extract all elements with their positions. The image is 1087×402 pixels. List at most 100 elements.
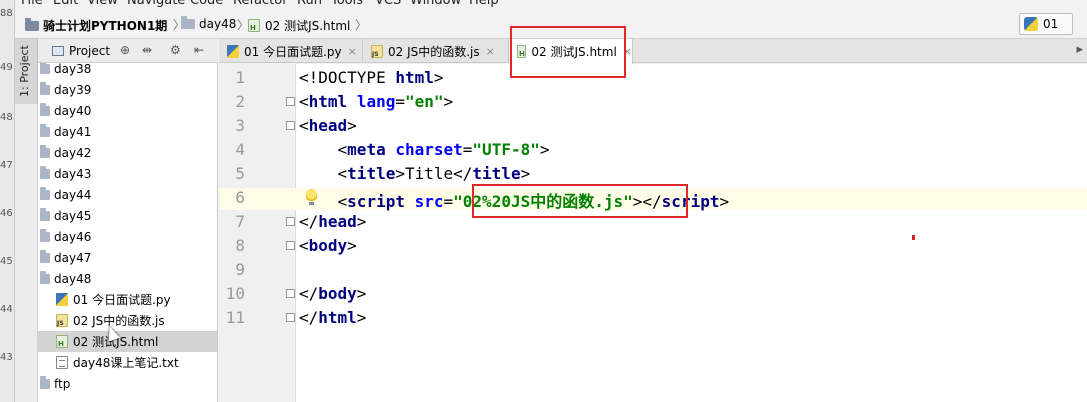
code-token: html <box>395 68 434 87</box>
breadcrumb-folder[interactable]: day48 <box>181 16 236 31</box>
code-token: </ <box>299 212 319 231</box>
tree-item-label: 01 今日面试题.py <box>73 293 171 307</box>
code-line: <head> <box>299 116 357 135</box>
tree-item-label: day47 <box>54 250 92 265</box>
code-token: = <box>443 192 454 211</box>
gear-icon[interactable]: ⚙ <box>170 43 181 57</box>
code-token: > <box>433 68 444 87</box>
lightbulb-icon[interactable] <box>306 189 317 205</box>
project-tool-window-label: 1: Project <box>18 45 31 97</box>
tree-folder-item[interactable]: day48 <box>38 268 217 289</box>
tree-folder-item[interactable]: day43 <box>38 163 217 184</box>
folder-icon <box>40 165 50 179</box>
breadcrumb-project-label: 骑士计划PYTHON1期 <box>43 19 168 33</box>
tree-folder-item[interactable]: day47 <box>38 247 217 268</box>
code-line: <!DOCTYPE html> <box>299 68 444 87</box>
code-token: = <box>395 92 405 111</box>
menu-code[interactable]: Code <box>190 0 223 8</box>
txt-file-icon <box>56 356 68 369</box>
close-icon[interactable]: × <box>348 45 357 58</box>
folder-icon <box>40 63 50 74</box>
menu-view[interactable]: View <box>87 0 118 8</box>
tree-item-label: day41 <box>54 124 92 139</box>
line-number-gutter <box>219 64 296 402</box>
tab-list-icon[interactable]: ▸ <box>1076 42 1083 57</box>
tree-item-label: day39 <box>54 82 92 97</box>
menu-window[interactable]: Window <box>410 0 461 8</box>
tree-file-item[interactable]: 02 JS中的函数.js <box>38 310 217 331</box>
fold-marker-icon[interactable] <box>286 241 295 250</box>
menu-bar: File Edit View Navigate Code Refactor Run Tools… <box>15 0 1087 10</box>
project-tool-window-tab[interactable]: 1: Project <box>15 39 38 104</box>
locate-icon[interactable]: ⊕ <box>120 43 130 57</box>
tree-folder-item[interactable]: ftp <box>38 373 217 394</box>
line-number: 8 <box>235 236 245 255</box>
code-token: </ <box>299 308 319 327</box>
menu-vcs[interactable]: VCS <box>375 0 401 8</box>
code-token: body <box>308 236 348 255</box>
fold-marker-icon[interactable] <box>286 121 295 130</box>
hide-panel-icon[interactable]: ⇤ <box>194 43 204 57</box>
tree-item-label: day38 <box>54 63 92 76</box>
line-number: 10 <box>225 284 245 303</box>
editor-tab[interactable]: 01 今日面试题.py × <box>219 39 363 63</box>
menu-run[interactable]: Run <box>297 0 322 8</box>
tree-file-item[interactable]: 02 测试JS.html <box>38 331 217 352</box>
code-token: title <box>347 164 396 183</box>
menu-tools[interactable]: Tools <box>331 0 363 8</box>
edge-number: 47 <box>0 160 13 171</box>
tree-folder-item[interactable]: day46 <box>38 226 217 247</box>
tree-folder-item[interactable]: day39 <box>38 79 217 100</box>
project-folder-icon <box>25 17 39 31</box>
code-token: < <box>299 236 309 255</box>
code-line: <title>Title</title> <box>299 164 531 183</box>
menu-navigate[interactable]: Navigate <box>127 0 185 8</box>
code-line: <html lang="en"> <box>299 92 453 111</box>
editor-tab[interactable]: 02 JS中的函数.js × <box>363 39 509 63</box>
code-editor[interactable] <box>296 64 1087 402</box>
collapse-all-icon[interactable]: ⇹ <box>142 43 152 57</box>
run-configuration-select[interactable]: 01 <box>1019 13 1073 35</box>
tool-window-strip <box>15 104 38 402</box>
menu-refactor[interactable]: Refactor <box>233 0 288 8</box>
tree-file-item[interactable]: day48课上笔记.txt <box>38 352 217 373</box>
tree-folder-item[interactable]: day38 <box>38 63 217 79</box>
tree-folder-item[interactable]: day45 <box>38 205 217 226</box>
code-token: </ <box>299 284 319 303</box>
tree-folder-item[interactable]: day40 <box>38 100 217 121</box>
line-number: 11 <box>225 308 245 327</box>
edge-number: 44 <box>0 304 13 315</box>
line-number: 6 <box>235 188 245 207</box>
code-token: meta <box>347 140 396 159</box>
fold-marker-icon[interactable] <box>286 217 295 226</box>
breadcrumb-file[interactable]: 02 测试JS.html <box>248 17 350 34</box>
html-file-icon <box>56 335 68 348</box>
py-file-icon <box>56 293 68 306</box>
breadcrumb-project[interactable]: 骑士计划PYTHON1期 <box>25 17 167 34</box>
code-token: head <box>318 212 357 231</box>
menu-help[interactable]: Help <box>469 0 499 8</box>
html-file-icon <box>248 19 260 32</box>
code-token: > <box>443 92 454 111</box>
fold-marker-icon[interactable] <box>286 289 295 298</box>
tree-folder-item[interactable]: day44 <box>38 184 217 205</box>
code-line: <meta charset="UTF-8"> <box>299 140 550 159</box>
code-line: </body> <box>299 284 366 303</box>
close-icon[interactable]: × <box>486 45 495 58</box>
project-panel-title[interactable]: Project <box>69 44 110 58</box>
code-token: < <box>299 140 348 159</box>
tree-folder-item[interactable]: day42 <box>38 142 217 163</box>
menu-edit[interactable]: Edit <box>53 0 78 8</box>
tree-folder-item[interactable]: day41 <box>38 121 217 142</box>
fold-marker-icon[interactable] <box>286 97 295 106</box>
tree-file-item[interactable]: 01 今日面试题.py <box>38 289 217 310</box>
code-token: script <box>347 192 415 211</box>
annotation-box-script-src <box>472 184 688 218</box>
code-token: "en" <box>404 92 444 111</box>
edge-number: 88 <box>0 8 13 19</box>
run-configuration-label: 01 <box>1043 17 1059 31</box>
menu-file[interactable]: File <box>21 0 43 8</box>
code-token: <!DOCTYPE <box>299 68 396 87</box>
fold-marker-icon[interactable] <box>286 313 295 322</box>
folder-icon <box>40 270 50 284</box>
